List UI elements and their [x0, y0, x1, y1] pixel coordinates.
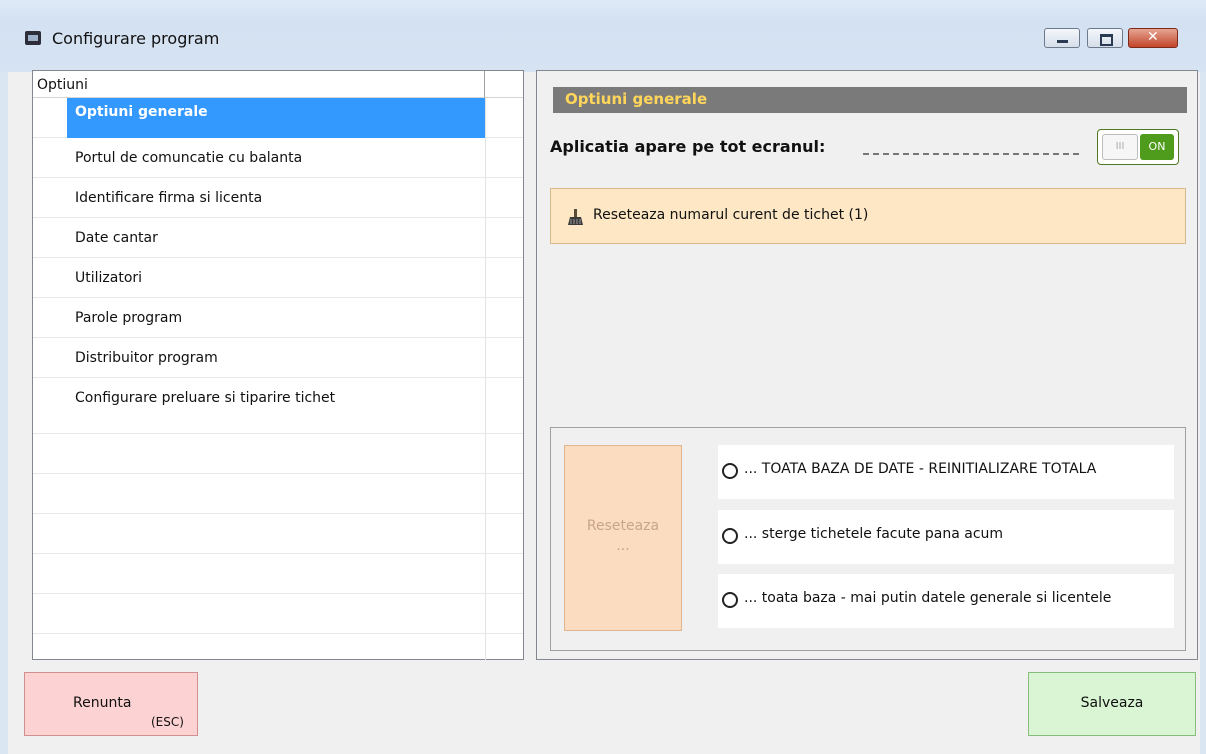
options-list-header[interactable]: Optiuni — [33, 71, 485, 98]
broom-icon — [567, 208, 583, 226]
section-header: Optiuni generale — [553, 87, 1187, 113]
list-item-optiuni-generale[interactable]: Optiuni generale — [33, 98, 523, 138]
section-title: Optiuni generale — [565, 90, 708, 108]
minimize-button[interactable] — [1044, 28, 1080, 48]
list-item-label: Portul de comuncatie cu balanta — [75, 150, 303, 166]
save-button[interactable]: Salveaza — [1028, 672, 1196, 736]
list-item-distribuitor[interactable]: Distribuitor program — [33, 338, 523, 378]
empty-row — [33, 594, 523, 634]
dotted-leader — [863, 153, 1079, 155]
list-item-label: Identificare firma si licenta — [75, 190, 263, 206]
reset-option-full[interactable]: ... TOATA BAZA DE DATE - REINITIALIZARE … — [718, 445, 1174, 499]
reset-button-ellipsis: ... — [616, 538, 630, 554]
options-panel: Optiuni generale Aplicatia apare pe tot … — [536, 70, 1198, 660]
reset-ticket-button[interactable]: Reseteaza numarul curent de tichet (1) — [550, 188, 1186, 244]
empty-row — [33, 474, 523, 514]
list-item-configurare-tichet[interactable]: Configurare preluare si tiparire tichet — [33, 378, 523, 434]
reset-ticket-label: Reseteaza numarul curent de tichet (1) — [593, 207, 869, 223]
reset-option-label: ... sterge tichetele facute pana acum — [744, 526, 1004, 542]
cancel-button[interactable]: Renunta (ESC) — [24, 672, 198, 736]
list-item-label: Utilizatori — [75, 270, 143, 286]
title-bar: Configurare program — [0, 0, 1206, 72]
reset-database-group: Reseteaza ... ... TOATA BAZA DE DATE - R… — [550, 427, 1186, 651]
reset-button-label: Reseteaza — [586, 518, 660, 534]
radio-button[interactable] — [722, 592, 738, 608]
list-item-identificare-firma[interactable]: Identificare firma si licenta — [33, 178, 523, 218]
close-button[interactable] — [1128, 28, 1178, 48]
window-title: Configurare program — [52, 29, 220, 48]
save-label: Salveaza — [1080, 695, 1144, 711]
reset-button[interactable]: Reseteaza ... — [564, 445, 682, 631]
reset-option-tickets[interactable]: ... sterge tichetele facute pana acum — [718, 510, 1174, 564]
list-item-label: Date cantar — [75, 230, 158, 246]
cancel-shortcut: (ESC) — [151, 715, 184, 729]
list-item-label: Optiuni generale — [75, 104, 208, 120]
app-icon — [25, 31, 41, 45]
cancel-label: Renunta — [73, 695, 132, 711]
radio-button[interactable] — [722, 463, 738, 479]
toggle-state: ON — [1140, 134, 1174, 160]
fullscreen-label: Aplicatia apare pe tot ecranul: — [550, 137, 826, 156]
reset-option-partial[interactable]: ... toata baza - mai putin datele genera… — [718, 574, 1174, 628]
list-item-label: Distribuitor program — [75, 350, 218, 366]
reset-option-label: ... TOATA BAZA DE DATE - REINITIALIZARE … — [744, 461, 1097, 477]
list-item-utilizatori[interactable]: Utilizatori — [33, 258, 523, 298]
options-list[interactable]: Optiuni Optiuni generale Portul de comun… — [32, 70, 524, 660]
empty-row — [33, 554, 523, 594]
fullscreen-toggle[interactable]: III ON — [1097, 129, 1179, 165]
list-item-port-comunicatie[interactable]: Portul de comuncatie cu balanta — [33, 138, 523, 178]
reset-option-label: ... toata baza - mai putin datele genera… — [744, 590, 1112, 606]
list-item-label: Configurare preluare si tiparire tichet — [75, 390, 336, 406]
list-item-parole[interactable]: Parole program — [33, 298, 523, 338]
radio-button[interactable] — [722, 528, 738, 544]
options-list-header-extra — [485, 71, 523, 98]
list-item-label: Parole program — [75, 310, 183, 326]
empty-row — [33, 514, 523, 554]
list-item-date-cantar[interactable]: Date cantar — [33, 218, 523, 258]
toggle-knob: III — [1102, 134, 1138, 160]
empty-row — [33, 434, 523, 474]
maximize-button[interactable] — [1087, 28, 1123, 48]
